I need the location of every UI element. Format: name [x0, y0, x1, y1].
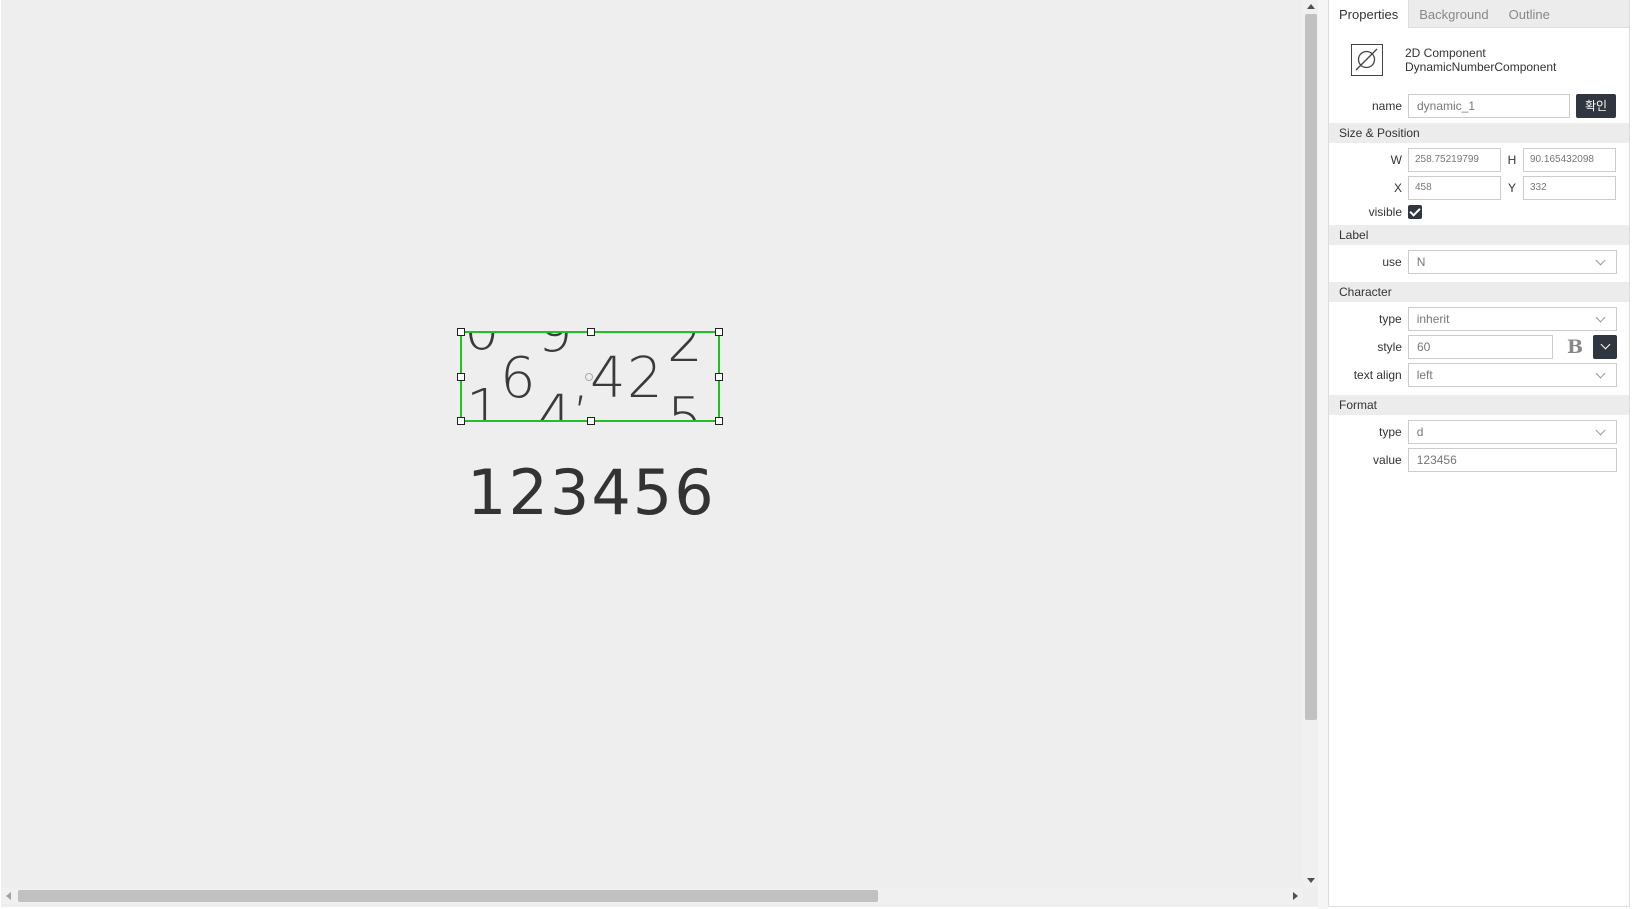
reel-digit: 6 — [500, 346, 536, 411]
visible-row: visible — [1329, 202, 1629, 222]
width-input[interactable]: 258.75219799 — [1408, 148, 1501, 172]
component-category: 2D Component — [1405, 46, 1486, 60]
vertical-scrollbar[interactable] — [1303, 0, 1318, 887]
size-row: W 258.75219799 H 90.165432098 — [1329, 146, 1629, 174]
color-picker-button[interactable] — [1593, 335, 1617, 359]
resize-handle-se[interactable] — [715, 417, 723, 425]
confirm-button[interactable]: 확인 — [1576, 94, 1617, 118]
name-label: name — [1371, 99, 1402, 113]
tab-background[interactable]: Background — [1409, 0, 1498, 28]
center-pivot-icon[interactable] — [585, 373, 593, 381]
y-input[interactable]: 332 — [1523, 176, 1616, 200]
char-type-row: type inherit — [1329, 305, 1629, 333]
panel-tabs: Properties Background Outline — [1329, 0, 1629, 28]
scroll-down-icon[interactable] — [1307, 878, 1315, 883]
x-label: X — [1393, 181, 1402, 195]
bold-button[interactable]: B — [1567, 336, 1585, 358]
chevron-down-icon — [1595, 425, 1606, 436]
format-value-row: value 123456 — [1329, 446, 1629, 474]
name-row: name dynamic_1 확인 — [1329, 92, 1629, 120]
reel-digit: 4 — [537, 384, 573, 421]
format-value-label: value — [1373, 453, 1402, 467]
scroll-up-icon[interactable] — [1307, 4, 1315, 9]
section-size-position: Size & Position — [1329, 123, 1629, 143]
format-value-input[interactable]: 123456 — [1407, 448, 1617, 472]
char-type-label: type — [1379, 312, 1402, 326]
dynamic-number-component[interactable]: 0 9 2 1 6 4 , 4 2 5 — [457, 328, 723, 425]
properties-panel: Properties Background Outline 2D Compone… — [1328, 0, 1630, 907]
style-row: style 60 B — [1329, 333, 1629, 361]
text-align-select[interactable]: left — [1407, 363, 1617, 387]
visible-label: visible — [1368, 205, 1402, 219]
height-input[interactable]: 90.165432098 — [1523, 148, 1616, 172]
chevron-down-icon — [1595, 312, 1606, 323]
w-label: W — [1390, 153, 1402, 167]
reel-digit: 9 — [537, 333, 573, 361]
reel-digit: 0 — [464, 333, 500, 359]
char-type-value: inherit — [1416, 312, 1450, 326]
component-type: 2D Component DynamicNumberComponent — [1405, 46, 1556, 74]
tab-outline[interactable]: Outline — [1499, 0, 1560, 28]
format-type-value: d — [1416, 425, 1424, 439]
h-label: H — [1507, 153, 1517, 167]
visible-checkbox[interactable] — [1408, 205, 1422, 219]
tab-properties[interactable]: Properties — [1329, 0, 1410, 28]
section-format: Format — [1329, 395, 1629, 415]
static-number-text[interactable]: 123456 — [467, 462, 716, 524]
font-size-input[interactable]: 60 — [1408, 335, 1553, 359]
section-character: Character — [1329, 282, 1629, 302]
use-select[interactable]: N — [1407, 250, 1617, 274]
horizontal-scrollbar[interactable] — [1, 887, 1303, 904]
resize-handle-w[interactable] — [457, 373, 465, 381]
use-value: N — [1416, 255, 1426, 269]
scroll-right-icon[interactable] — [1293, 892, 1298, 900]
char-type-select[interactable]: inherit — [1407, 307, 1617, 331]
reel-digit: 2 — [667, 333, 703, 375]
no-symbol-icon — [1351, 44, 1383, 76]
vertical-scroll-thumb[interactable] — [1305, 14, 1317, 720]
section-label: Label — [1329, 225, 1629, 245]
component-class: DynamicNumberComponent — [1405, 60, 1557, 74]
style-label: style — [1377, 340, 1402, 354]
chevron-down-icon — [1595, 368, 1606, 379]
reel-digit: , — [572, 348, 590, 413]
position-row: X 458 Y 332 — [1329, 174, 1629, 202]
text-align-row: text align left — [1329, 361, 1629, 389]
horizontal-scroll-thumb[interactable] — [18, 890, 878, 902]
resize-handle-s[interactable] — [587, 417, 595, 425]
resize-handle-sw[interactable] — [457, 417, 465, 425]
use-label: use — [1382, 255, 1402, 269]
design-canvas[interactable]: 0 9 2 1 6 4 , 4 2 5 123456 — [1, 0, 1318, 907]
reel-digit: 4 — [590, 346, 626, 411]
chevron-down-icon — [1595, 255, 1606, 266]
component-header: 2D Component DynamicNumberComponent — [1329, 28, 1629, 92]
text-align-label: text align — [1353, 368, 1402, 382]
resize-handle-ne[interactable] — [715, 328, 723, 336]
panel-splitter[interactable] — [1318, 0, 1328, 909]
y-label: Y — [1507, 181, 1516, 195]
name-input[interactable]: dynamic_1 — [1408, 94, 1570, 118]
x-input[interactable]: 458 — [1408, 176, 1501, 200]
reel-digit: 2 — [627, 346, 663, 411]
text-align-value: left — [1416, 368, 1433, 382]
reel-digit: 1 — [466, 378, 502, 421]
format-type-label: type — [1379, 425, 1402, 439]
resize-handle-nw[interactable] — [457, 328, 465, 336]
resize-handle-e[interactable] — [715, 373, 723, 381]
resize-handle-n[interactable] — [587, 328, 595, 336]
format-type-select[interactable]: d — [1407, 420, 1617, 444]
reel-digit: 5 — [667, 386, 703, 421]
chevron-down-icon — [1600, 339, 1611, 350]
use-row: use N — [1329, 248, 1629, 276]
scroll-left-icon[interactable] — [6, 892, 11, 900]
format-type-row: type d — [1329, 418, 1629, 446]
